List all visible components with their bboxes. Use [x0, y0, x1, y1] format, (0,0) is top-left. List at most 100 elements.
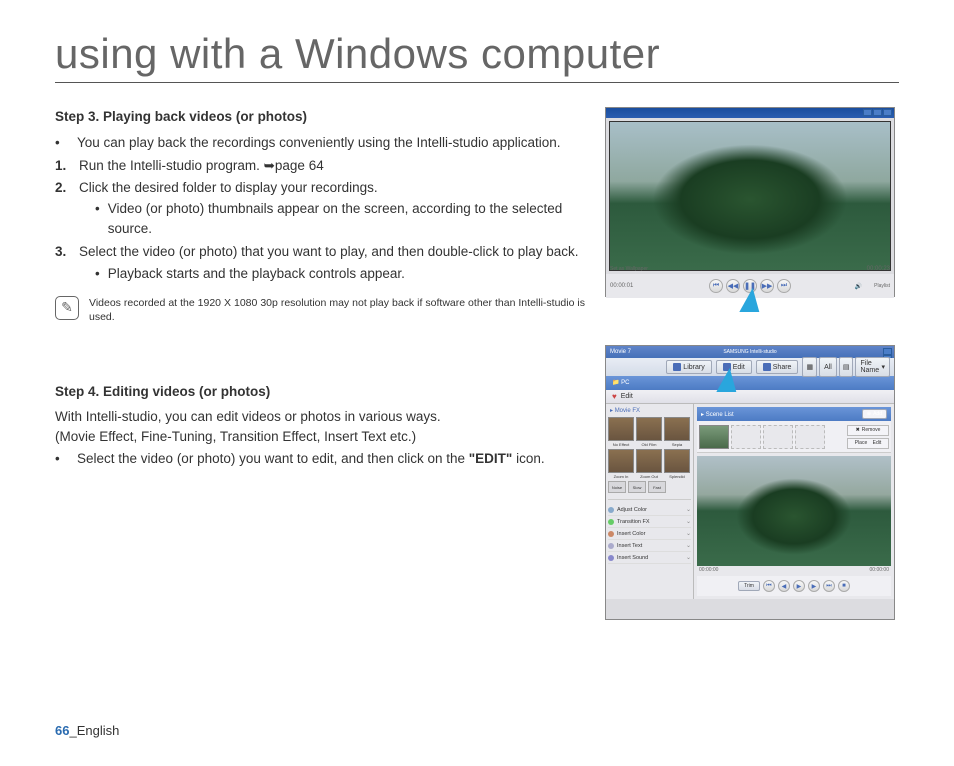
filter-all[interactable]: All	[819, 357, 837, 377]
bullet-marker: •	[95, 264, 100, 284]
player-viewport	[609, 121, 891, 271]
step3-item1-text: Run the Intelli-studio program.	[79, 158, 264, 173]
skip-back-button[interactable]: ⏮	[709, 279, 723, 293]
minimize-icon[interactable]	[863, 109, 872, 116]
footer-sep: _	[69, 723, 76, 738]
share-button[interactable]: Share	[756, 360, 799, 374]
note-icon: ✎	[55, 296, 79, 320]
heart-icon: ♥	[612, 390, 617, 404]
step3-item1-ref: page 64	[275, 158, 324, 173]
fx-oldfilm[interactable]	[636, 417, 662, 441]
step4-heading: Step 4. Editing videos (or photos)	[55, 382, 585, 402]
fx-zoomout[interactable]	[636, 449, 662, 473]
opt-insert-color[interactable]: Insert Color⌄	[608, 528, 691, 540]
fx-noise[interactable]: Noise	[608, 481, 626, 493]
sort-dropdown[interactable]: File Name ▾	[855, 357, 890, 377]
fx-splendid[interactable]	[664, 449, 690, 473]
tree-image	[652, 144, 848, 255]
fx-noeffect[interactable]	[608, 417, 634, 441]
editor-screenshot: Movie 7 SAMSUNG Intelli-studio Library E…	[605, 345, 895, 620]
list-number: 2.	[55, 178, 73, 198]
preview-panel: ▸ Scene List ⊕ Add ✖ Remove Place Edit	[694, 404, 894, 599]
remove-button[interactable]: ✖ Remove	[847, 425, 889, 436]
opt-transition[interactable]: Transition FX⌄	[608, 516, 691, 528]
fx-zoomin[interactable]	[608, 449, 634, 473]
library-button[interactable]: Library	[666, 360, 711, 374]
step3-item2: Click the desired folder to display your…	[79, 178, 378, 198]
player-titlebar	[606, 108, 894, 118]
text-icon	[608, 543, 614, 549]
folder-icon: 📁	[612, 380, 619, 386]
opt-insert-text[interactable]: Insert Text⌄	[608, 540, 691, 552]
rewind-button[interactable]: ◀	[778, 580, 790, 592]
fx-title: ▸ Movie FX	[608, 406, 691, 417]
brand-label: SAMSUNG Intelli-studio	[723, 346, 776, 358]
scene-thumb-empty[interactable]	[731, 425, 761, 449]
trim-time-right: 00:00:00	[870, 567, 889, 573]
editor-title-text: Movie 7	[610, 349, 631, 355]
step4-edit-word: "EDIT"	[469, 451, 513, 466]
trim-time-left: 00:00:00	[699, 567, 718, 573]
step3-item2-sub: Video (or photo) thumbnails appear on th…	[108, 199, 585, 238]
close-icon[interactable]	[883, 109, 892, 116]
right-column: 00:00:01 Set as Wallpaper ⏮ ◀◀ ❚❚ ▶▶ ⏭ 🔊…	[605, 107, 895, 630]
volume-icon[interactable]: 🔊	[855, 283, 862, 290]
list-number: 1.	[55, 156, 73, 176]
subbar-label: Edit	[621, 390, 633, 404]
bullet-marker: •	[55, 449, 69, 469]
callout-arrow-icon	[716, 368, 739, 392]
rewind-button[interactable]: ◀◀	[726, 279, 740, 293]
share-icon	[763, 363, 771, 371]
forward-button[interactable]: ▶	[808, 580, 820, 592]
fx-slow[interactable]: Slow	[628, 481, 646, 493]
step3-heading: Step 3. Playing back videos (or photos)	[55, 107, 585, 127]
minimize-icon[interactable]	[883, 348, 892, 355]
set-wallpaper-label[interactable]: Set as Wallpaper	[610, 266, 648, 272]
play-button[interactable]: ▶	[793, 580, 805, 592]
timecode-right: 00:00:23	[867, 266, 890, 272]
trim-button[interactable]: Trim	[738, 581, 760, 591]
chevron-icon: ⌄	[686, 518, 691, 525]
step3-item3: Select the video (or photo) that you wan…	[79, 242, 579, 262]
fx-fast[interactable]: Fast	[648, 481, 666, 493]
page-ref-arrow: ➥	[264, 158, 275, 173]
chevron-down-icon: ▾	[881, 363, 885, 371]
bullet-marker: •	[95, 199, 100, 238]
step4-line1: With Intelli-studio, you can edit videos…	[55, 407, 585, 427]
scene-thumb[interactable]	[699, 425, 729, 449]
note-text: Videos recorded at the 1920 X 1080 30p r…	[89, 296, 585, 324]
scene-thumb-empty[interactable]	[763, 425, 793, 449]
view-icon-2[interactable]: ▤	[839, 357, 854, 377]
fx-panel: ▸ Movie FX Noise	[606, 404, 694, 599]
skip-fwd-button[interactable]: ⏭	[777, 279, 791, 293]
add-button[interactable]: ⊕ Add	[862, 409, 887, 419]
editor-toolbar: Library Edit Share ▦ All ▤ File Name ▾	[606, 358, 894, 376]
scene-thumb-empty[interactable]	[795, 425, 825, 449]
palette-icon	[608, 507, 614, 513]
step3-item1: Run the Intelli-studio program. ➥page 64	[79, 156, 324, 176]
step4-bullet1: Select the video (or photo) you want to …	[77, 449, 545, 469]
skip-fwd-button[interactable]: ⏭	[823, 580, 835, 592]
trim-bar: Trim ⏮ ◀ ▶ ▶ ⏭ ■	[697, 576, 891, 596]
color-icon	[608, 531, 614, 537]
fx-sepia[interactable]	[664, 417, 690, 441]
skip-back-button[interactable]: ⏮	[763, 580, 775, 592]
maximize-icon[interactable]	[873, 109, 882, 116]
breadcrumb[interactable]: 📁 PC	[606, 376, 894, 390]
chevron-icon: ⌄	[686, 506, 691, 513]
opt-insert-sound[interactable]: Insert Sound⌄	[608, 552, 691, 564]
opt-adjust-color[interactable]: Adjust Color⌄	[608, 504, 691, 516]
step4-b1a: Select the video (or photo) you want to …	[77, 451, 469, 466]
timecode-left: 00:00:01	[610, 283, 633, 289]
step4-line2: (Movie Effect, Fine-Tuning, Transition E…	[55, 427, 585, 447]
callout-arrow-icon	[739, 288, 762, 312]
chevron-icon: ⌄	[686, 542, 691, 549]
bullet-marker: •	[55, 133, 69, 153]
view-icon-1[interactable]: ▦	[802, 357, 817, 377]
chevron-icon: ⌄	[686, 530, 691, 537]
editor-subbar: ♥ Edit	[606, 390, 894, 404]
stop-button[interactable]: ■	[838, 580, 850, 592]
library-icon	[673, 363, 681, 371]
playlist-label[interactable]: Playlist	[874, 283, 890, 289]
place-edit-button[interactable]: Place Edit	[847, 438, 889, 449]
